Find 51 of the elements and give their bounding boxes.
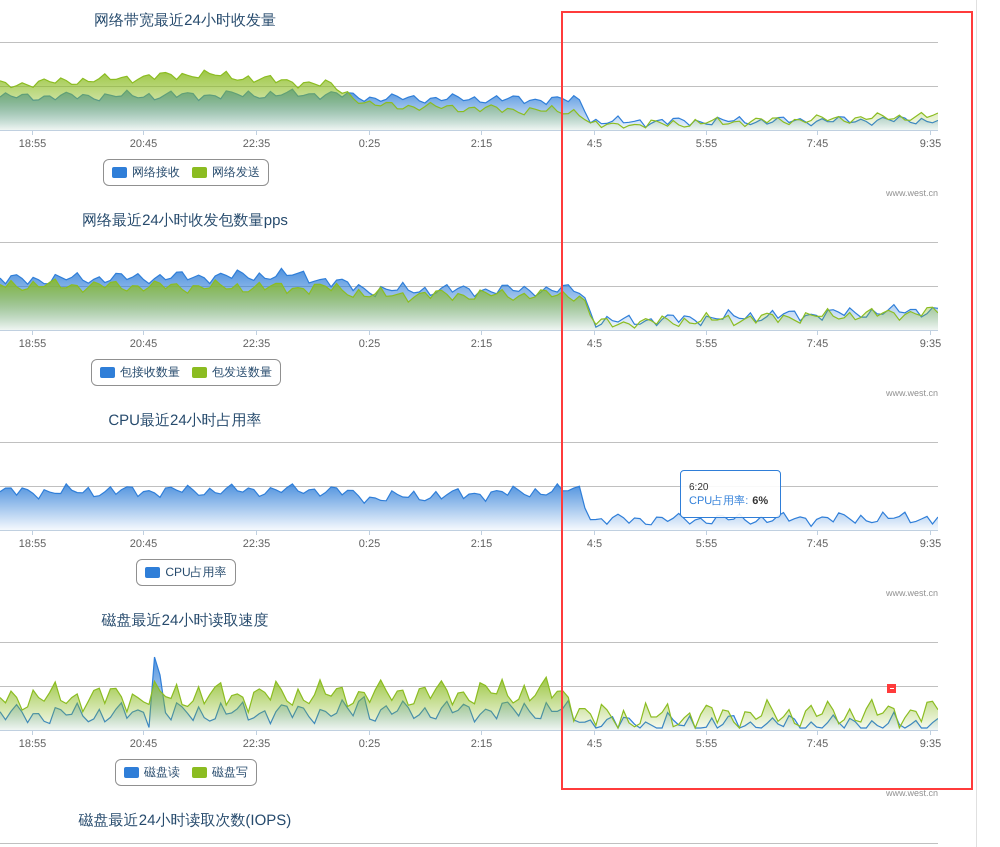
axis-label: 18:55: [18, 137, 46, 152]
axis-label: 2:15: [470, 737, 492, 752]
legend-label[interactable]: 磁盘写: [212, 763, 248, 781]
axis-label: 20:45: [130, 337, 158, 352]
axis-label: 20:45: [130, 137, 158, 152]
axis-label: 2:15: [470, 537, 492, 552]
axis-label: 20:45: [130, 537, 158, 552]
axis-label: 2:15: [470, 337, 492, 352]
tooltip-label: CPU占用率:: [689, 494, 748, 508]
axis-label: 0:25: [358, 737, 380, 752]
axis-label: 5:55: [696, 137, 718, 152]
axis-label: 0:25: [358, 137, 380, 152]
axis-label: 0:25: [358, 337, 380, 352]
axis-label: 22:35: [242, 337, 270, 352]
axis-label: 20:45: [130, 737, 158, 752]
axis-label: 9:35: [920, 137, 942, 152]
axis-label: 5:55: [696, 537, 718, 552]
legend-label[interactable]: 网络接收: [132, 163, 180, 181]
axis-label: 5:55: [696, 337, 718, 352]
chart-title: 网络带宽最近24小时收发量: [94, 10, 276, 31]
legend-label[interactable]: 磁盘读: [144, 763, 180, 781]
axis-label: 4:5: [586, 337, 602, 352]
axis-label: 7:45: [806, 737, 828, 752]
legend-label[interactable]: 包接收数量: [120, 363, 180, 381]
chart-title: 磁盘最近24小时读取速度: [102, 610, 268, 631]
chart-title: 磁盘最近24小时读取次数(IOPS): [78, 811, 292, 832]
legend-label[interactable]: 网络发送: [212, 163, 260, 181]
axis-label: 9:35: [920, 337, 942, 352]
axis-label: 0:25: [358, 537, 380, 552]
axis-label: 7:45: [806, 537, 828, 552]
tooltip-time: 6:20: [689, 481, 710, 494]
axis-label: 18:55: [18, 337, 46, 352]
axis-label: 4:5: [586, 137, 602, 152]
axis-label: 4:5: [586, 537, 602, 552]
axis-label: 5:55: [696, 737, 718, 752]
axis-label: 7:45: [806, 337, 828, 352]
axis-label: 7:45: [806, 137, 828, 152]
axis-label: 18:55: [18, 537, 46, 552]
axis-label: 22:35: [242, 537, 270, 552]
axis-label: 18:55: [18, 737, 46, 752]
axis-label: 22:35: [242, 137, 270, 152]
axis-label: 9:35: [920, 737, 942, 752]
legend-label[interactable]: CPU占用率: [165, 563, 227, 581]
tooltip-value: 6%: [752, 494, 768, 508]
axis-label: 22:35: [242, 737, 270, 752]
axis-label: 4:5: [586, 737, 602, 752]
axis-label: 2:15: [470, 137, 492, 152]
chart-title: 网络最近24小时收发包数量pps: [82, 210, 288, 231]
chart-title: CPU最近24小时占用率: [108, 410, 262, 431]
axis-label: 9:35: [920, 537, 942, 552]
legend-label[interactable]: 包发送数量: [212, 363, 272, 381]
